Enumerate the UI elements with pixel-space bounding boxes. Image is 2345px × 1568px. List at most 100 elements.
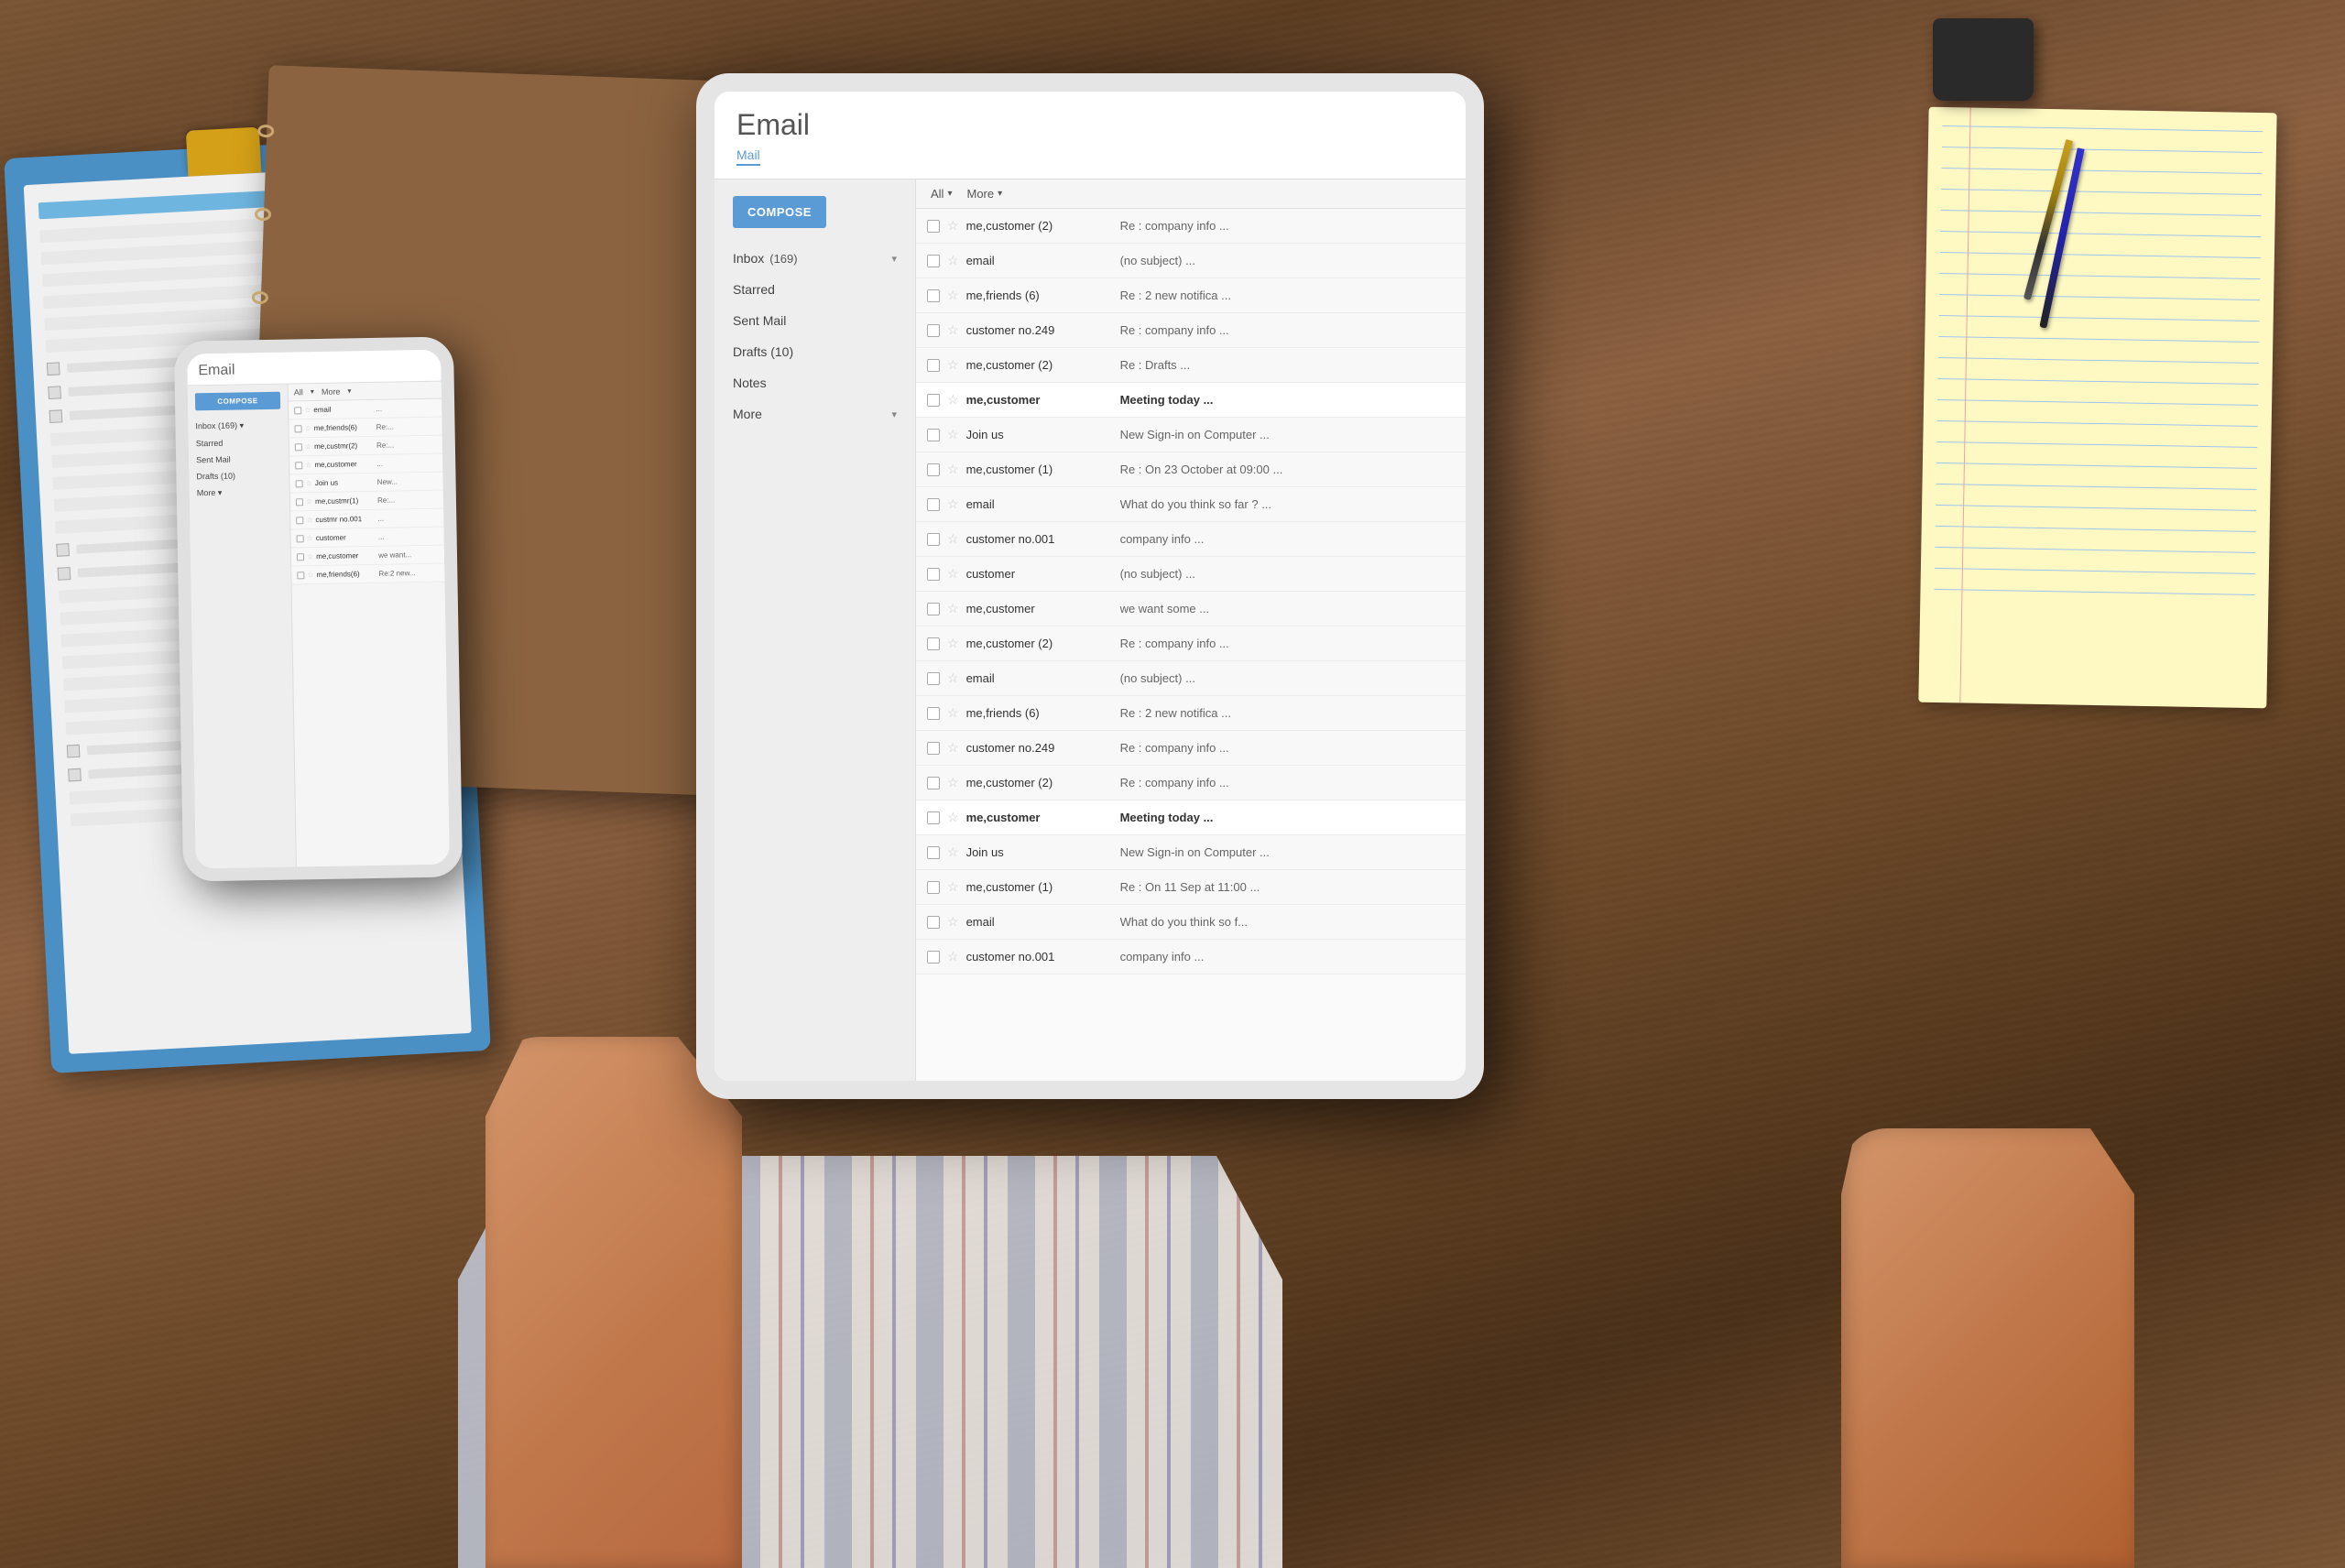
phone-sidebar-drafts[interactable]: Drafts (10) [189,467,289,485]
mail-checkbox[interactable] [927,777,940,789]
phone-star-icon[interactable]: ☆ [307,571,313,579]
mail-item[interactable]: ☆ Join us New Sign-in on Computer ... [916,418,1466,452]
mail-checkbox[interactable] [927,220,940,233]
phone-mail-checkbox[interactable] [295,462,302,469]
mail-checkbox[interactable] [927,603,940,615]
star-icon[interactable]: ☆ [947,949,959,964]
mail-checkbox[interactable] [927,707,940,720]
star-icon[interactable]: ☆ [947,914,959,930]
phone-mail-item[interactable]: ☆ me,friends(6) Re:2 new... [291,564,444,585]
phone-star-icon[interactable]: ☆ [304,424,311,432]
phone-sidebar-sent[interactable]: Sent Mail [189,451,289,469]
mail-item[interactable]: ☆ Join us New Sign-in on Computer ... [916,835,1466,870]
star-icon[interactable]: ☆ [947,462,959,477]
phone-star-icon[interactable]: ☆ [305,442,311,451]
mail-item[interactable]: ☆ email (no subject) ... [916,244,1466,278]
star-icon[interactable]: ☆ [947,392,959,408]
mail-checkbox[interactable] [927,498,940,511]
mail-item[interactable]: ☆ me,customer (1) Re : On 11 Sep at 11:0… [916,870,1466,905]
mail-item[interactable]: ☆ me,friends (6) Re : 2 new notifica ... [916,696,1466,731]
mail-item[interactable]: ☆ customer no.249 Re : company info ... [916,731,1466,766]
mail-item[interactable]: ☆ me,customer we want some ... [916,592,1466,626]
phone-mail-checkbox[interactable] [296,498,303,506]
phone-mail-checkbox[interactable] [297,572,304,579]
phone-mail-checkbox[interactable] [297,553,304,561]
mail-checkbox[interactable] [927,637,940,650]
star-icon[interactable]: ☆ [947,705,959,721]
phone-all-filter[interactable]: All [294,387,303,397]
star-icon[interactable]: ☆ [947,496,959,512]
phone-star-icon[interactable]: ☆ [307,552,313,561]
mail-item[interactable]: ☆ me,customer Meeting today ... [916,383,1466,418]
phone-star-icon[interactable]: ☆ [304,406,311,414]
mail-checkbox[interactable] [927,324,940,337]
mail-item[interactable]: ☆ me,friends (6) Re : 2 new notifica ... [916,278,1466,313]
phone-star-icon[interactable]: ☆ [306,479,312,487]
mail-nav-label[interactable]: Mail [736,147,760,166]
compose-button[interactable]: COMPOSE [733,196,826,228]
more-filter[interactable]: More ▾ [966,187,1002,201]
phone-more-filter[interactable]: More [322,387,341,397]
mail-checkbox[interactable] [927,394,940,407]
mail-item[interactable]: ☆ me,customer (2) Re : company info ... [916,766,1466,800]
phone-star-icon[interactable]: ☆ [306,497,312,506]
star-icon[interactable]: ☆ [947,775,959,790]
star-icon[interactable]: ☆ [947,427,959,442]
mail-item[interactable]: ☆ me,customer Meeting today ... [916,800,1466,835]
phone-sidebar-more[interactable]: More ▾ [190,484,289,503]
phone-compose-button[interactable]: COMPOSE [195,392,280,411]
mail-item[interactable]: ☆ email What do you think so f... [916,905,1466,940]
phone-star-icon[interactable]: ☆ [307,534,313,542]
phone-mail-checkbox[interactable] [297,535,304,542]
mail-item[interactable]: ☆ me,customer (2) Re : company info ... [916,209,1466,244]
mail-item[interactable]: ☆ customer no.001 company info ... [916,940,1466,975]
mail-checkbox[interactable] [927,881,940,894]
all-filter[interactable]: All ▾ [931,187,952,201]
mail-item[interactable]: ☆ customer no.001 company info ... [916,522,1466,557]
mail-item[interactable]: ☆ customer (no subject) ... [916,557,1466,592]
mail-item[interactable]: ☆ email What do you think so far ? ... [916,487,1466,522]
mail-checkbox[interactable] [927,255,940,267]
mail-checkbox[interactable] [927,429,940,441]
sidebar-item-sent[interactable]: Sent Mail [714,305,915,336]
star-icon[interactable]: ☆ [947,253,959,268]
phone-sidebar-starred[interactable]: Starred [189,434,289,452]
star-icon[interactable]: ☆ [947,670,959,686]
phone-star-icon[interactable]: ☆ [306,516,312,524]
mail-checkbox[interactable] [927,463,940,476]
star-icon[interactable]: ☆ [947,531,959,547]
mail-item[interactable]: ☆ me,customer (1) Re : On 23 October at … [916,452,1466,487]
mail-checkbox[interactable] [927,533,940,546]
sidebar-item-inbox[interactable]: Inbox (169) ▾ [714,243,915,274]
mail-checkbox[interactable] [927,811,940,824]
sidebar-item-starred[interactable]: Starred [714,274,915,305]
star-icon[interactable]: ☆ [947,566,959,582]
star-icon[interactable]: ☆ [947,810,959,825]
phone-mail-checkbox[interactable] [295,443,302,451]
sidebar-item-notes[interactable]: Notes [714,367,915,398]
phone-mail-checkbox[interactable] [294,425,301,432]
sidebar-item-drafts[interactable]: Drafts (10) [714,336,915,367]
star-icon[interactable]: ☆ [947,322,959,338]
mail-checkbox[interactable] [927,359,940,372]
mail-checkbox[interactable] [927,846,940,859]
star-icon[interactable]: ☆ [947,636,959,651]
phone-star-icon[interactable]: ☆ [305,461,311,469]
sidebar-item-more[interactable]: More ▾ [714,398,915,430]
star-icon[interactable]: ☆ [947,601,959,616]
star-icon[interactable]: ☆ [947,218,959,234]
star-icon[interactable]: ☆ [947,740,959,756]
mail-checkbox[interactable] [927,951,940,964]
mail-checkbox[interactable] [927,289,940,302]
phone-sidebar-inbox[interactable]: Inbox (169) ▾ [188,417,288,436]
mail-checkbox[interactable] [927,568,940,581]
phone-mail-checkbox[interactable] [296,517,303,524]
star-icon[interactable]: ☆ [947,844,959,860]
phone-mail-checkbox[interactable] [294,407,301,414]
star-icon[interactable]: ☆ [947,357,959,373]
mail-item[interactable]: ☆ email (no subject) ... [916,661,1466,696]
mail-checkbox[interactable] [927,672,940,685]
mail-item[interactable]: ☆ me,customer (2) Re : Drafts ... [916,348,1466,383]
mail-checkbox[interactable] [927,742,940,755]
mail-item[interactable]: ☆ customer no.249 Re : company info ... [916,313,1466,348]
